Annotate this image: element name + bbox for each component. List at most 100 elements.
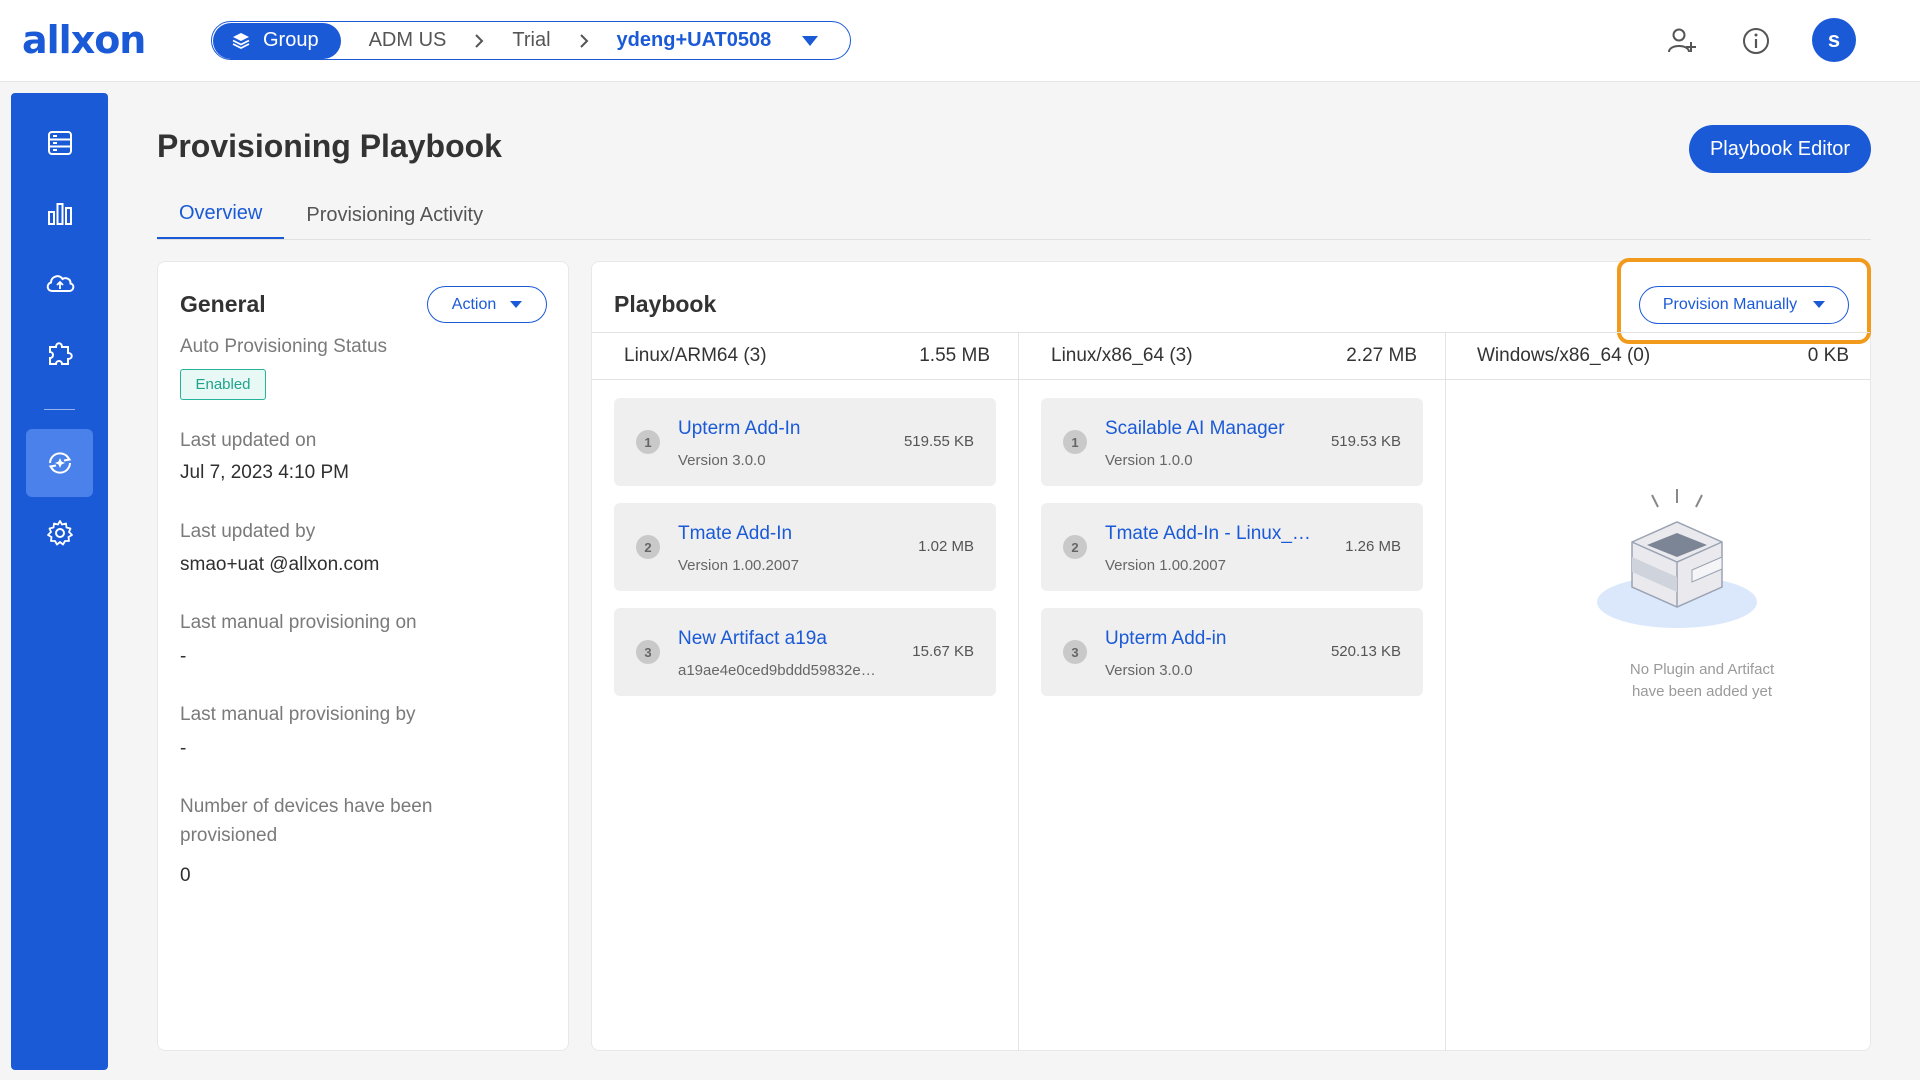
chevron-right-icon: [474, 33, 484, 49]
group-label: Group: [263, 29, 319, 51]
column-divider: [1445, 332, 1446, 1051]
column-name: Linux/x86_64 (3): [1051, 344, 1193, 366]
item-version: Version 3.0.0: [678, 452, 766, 469]
devices-provisioned-value: 0: [180, 865, 191, 886]
group-button[interactable]: Group: [213, 22, 341, 59]
item-name-link[interactable]: Tmate Add-In - Linux_…: [1105, 523, 1311, 545]
column-header-linux-x86-64: Linux/x86_64 (3) 2.27 MB: [1051, 332, 1417, 379]
item-size: 15.67 KB: [912, 643, 974, 660]
playbook-title: Playbook: [614, 291, 717, 317]
item-name-link[interactable]: New Artifact a19a: [678, 628, 827, 650]
caret-down-icon: [510, 300, 523, 308]
column-size: 2.27 MB: [1346, 344, 1417, 366]
sidebar-item-plugins[interactable]: [26, 319, 93, 387]
item-size: 1.02 MB: [918, 538, 974, 555]
action-dropdown-button[interactable]: Action: [427, 286, 547, 323]
item-version: a19ae4e0ced9bddd59832e…: [678, 662, 876, 679]
list-item[interactable]: 3 New Artifact a19a a19ae4e0ced9bddd5983…: [614, 608, 996, 696]
playbook-editor-button[interactable]: Playbook Editor: [1689, 125, 1871, 173]
sidebar-item-devices[interactable]: [26, 109, 93, 177]
sidebar-item-analytics[interactable]: [26, 179, 93, 247]
last-manual-provisioning-on-label: Last manual provisioning on: [180, 612, 417, 633]
general-card: General Action Auto Provisioning Status …: [157, 261, 569, 1051]
layers-icon: [232, 32, 250, 49]
column-header-linux-arm64: Linux/ARM64 (3) 1.55 MB: [624, 332, 990, 379]
column-size: 0 KB: [1807, 344, 1849, 366]
top-bar: allxon Group ADM US Trial ydeng+UAT0508: [0, 0, 1920, 82]
devices-provisioned-label: Number of devices have been provisioned: [180, 796, 433, 846]
item-size: 519.55 KB: [903, 433, 974, 450]
column-header-windows-x86-64: Windows/x86_64 (0) 0 KB: [1477, 332, 1849, 379]
breadcrumb: Group ADM US Trial ydeng+UAT0508: [211, 21, 851, 60]
last-manual-provisioning-by-value: -: [180, 738, 187, 759]
item-number: 3: [1063, 640, 1087, 664]
last-updated-on-value: Jul 7, 2023 4:10 PM: [180, 462, 349, 483]
info-icon[interactable]: [1737, 22, 1775, 60]
item-version: Version 1.00.2007: [1105, 557, 1226, 574]
empty-state-line: No Plugin and Artifact: [1629, 661, 1775, 678]
item-name-link[interactable]: Tmate Add-In: [678, 523, 792, 545]
item-size: 520.13 KB: [1330, 643, 1401, 660]
caret-down-icon[interactable]: [801, 35, 819, 47]
sidebar: [11, 93, 108, 1070]
column-divider: [1018, 332, 1019, 1051]
gear-icon: [46, 520, 73, 546]
allxon-logo[interactable]: allxon: [22, 18, 146, 62]
column-name: Windows/x86_64 (0): [1477, 344, 1651, 366]
provision-manually-button[interactable]: Provision Manually: [1639, 286, 1849, 324]
list-item[interactable]: 2 Tmate Add-In Version 1.00.2007 1.02 MB: [614, 503, 996, 591]
caret-down-icon: [1813, 301, 1826, 308]
list-item[interactable]: 1 Scailable AI Manager Version 1.0.0 519…: [1041, 398, 1423, 486]
last-updated-on-label: Last updated on: [180, 430, 317, 451]
list-item[interactable]: 2 Tmate Add-In - Linux_… Version 1.00.20…: [1041, 503, 1423, 591]
last-manual-provisioning-by-label: Last manual provisioning by: [180, 704, 416, 725]
column-name: Linux/ARM64 (3): [624, 344, 767, 366]
sidebar-item-provisioning[interactable]: [26, 429, 93, 497]
empty-state-message: No Plugin and Artifact have been added y…: [1592, 659, 1812, 703]
item-name-link[interactable]: Scailable AI Manager: [1105, 418, 1285, 440]
item-version: Version 1.0.0: [1105, 452, 1193, 469]
sidebar-divider: [44, 409, 75, 410]
sidebar-item-settings[interactable]: [26, 499, 93, 567]
auto-provisioning-status-label: Auto Provisioning Status: [180, 336, 388, 357]
breadcrumb-item-trial[interactable]: Trial: [512, 29, 550, 52]
item-number: 1: [1063, 430, 1087, 454]
last-updated-by-label: Last updated by: [180, 521, 316, 542]
empty-state-line: have been added yet: [1631, 683, 1773, 700]
playbook-divider: [592, 379, 1870, 380]
provisioning-icon: [48, 452, 71, 474]
column-size: 1.55 MB: [919, 344, 990, 366]
tab-bar: Overview Provisioning Activity: [157, 190, 505, 240]
tab-divider: [157, 239, 1871, 240]
add-user-icon[interactable]: [1663, 22, 1701, 60]
breadcrumb-item-adm-us[interactable]: ADM US: [369, 29, 447, 52]
item-number: 1: [636, 430, 660, 454]
cloud-sync-icon: [46, 275, 74, 292]
puzzle-icon: [48, 342, 73, 365]
bar-chart-icon: [47, 203, 72, 225]
tab-provisioning-activity[interactable]: Provisioning Activity: [284, 190, 505, 240]
playbook-card: Playbook Provision Manually Linux/ARM64 …: [591, 258, 1871, 1051]
action-label: Action: [451, 295, 497, 313]
page-title: Provisioning Playbook: [157, 128, 502, 164]
last-manual-provisioning-on-value: -: [180, 646, 187, 667]
status-badge: Enabled: [180, 369, 266, 400]
breadcrumb-current[interactable]: ydeng+UAT0508: [617, 29, 772, 52]
item-number: 3: [636, 640, 660, 664]
sidebar-item-cloud-sync[interactable]: [26, 249, 93, 317]
list-item[interactable]: 3 Upterm Add-in Version 3.0.0 520.13 KB: [1041, 608, 1423, 696]
chevron-right-icon: [579, 33, 589, 49]
item-number: 2: [636, 535, 660, 559]
item-size: 1.26 MB: [1345, 538, 1401, 555]
item-size: 519.53 KB: [1330, 433, 1401, 450]
avatar[interactable]: s: [1812, 18, 1856, 62]
provision-manually-label: Provision Manually: [1662, 296, 1798, 313]
tab-overview[interactable]: Overview: [157, 190, 285, 240]
item-name-link[interactable]: Upterm Add-In: [678, 418, 801, 440]
general-title: General: [180, 291, 266, 317]
empty-box-illustration-icon: [1597, 489, 1757, 628]
item-name-link[interactable]: Upterm Add-in: [1105, 628, 1226, 650]
list-item[interactable]: 1 Upterm Add-In Version 3.0.0 519.55 KB: [614, 398, 996, 486]
item-version: Version 3.0.0: [1105, 662, 1193, 679]
last-updated-by-value: smao+uat @allxon.com: [180, 554, 380, 575]
